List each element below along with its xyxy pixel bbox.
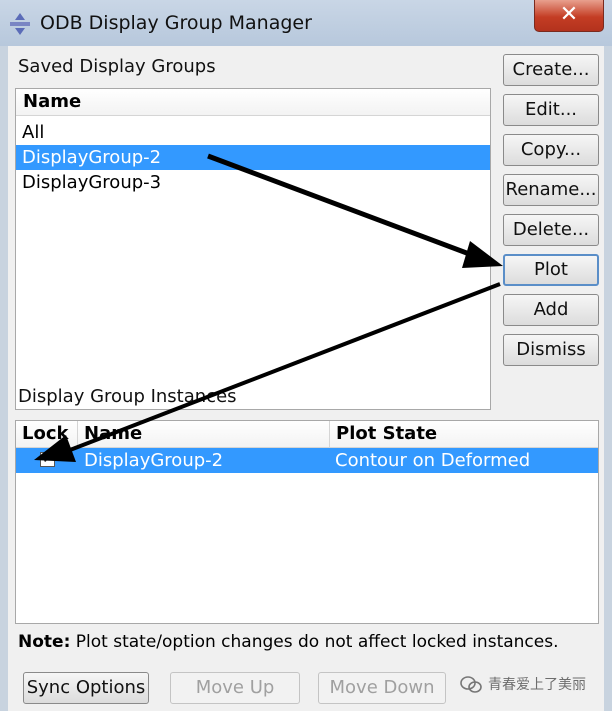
note-body: Plot state/option changes do not affect … — [75, 632, 559, 652]
saved-groups-column-header[interactable]: Name — [16, 89, 490, 116]
app-logo-icon — [10, 13, 30, 35]
sync-options-button[interactable]: Sync Options — [23, 672, 149, 704]
edit-button[interactable]: Edit... — [503, 94, 599, 126]
list-item-displaygroup-2[interactable]: DisplayGroup-2 — [16, 145, 490, 170]
wechat-icon — [460, 676, 482, 693]
name-column-header[interactable]: Name — [78, 421, 330, 447]
title-bar[interactable]: ODB Display Group Manager ✕ — [0, 0, 612, 46]
instances-table[interactable]: Lock Name Plot State ✓ DisplayGroup-2 Co… — [15, 420, 599, 624]
plot-state-column-header[interactable]: Plot State — [330, 421, 598, 447]
plot-button[interactable]: Plot — [503, 254, 599, 286]
move-down-button[interactable]: Move Down — [318, 672, 446, 704]
note-text: Note: Plot state/option changes do not a… — [18, 632, 559, 652]
move-up-button[interactable]: Move Up — [170, 672, 300, 704]
add-button[interactable]: Add — [503, 294, 599, 326]
dialog-body: Saved Display Groups Name All DisplayGro… — [8, 46, 604, 711]
instance-name-cell: DisplayGroup-2 — [84, 450, 224, 471]
watermark: 青春爱上了美丽 — [460, 668, 604, 702]
plot-state-cell: Contour on Deformed — [335, 450, 531, 471]
instances-header-row: Lock Name Plot State — [16, 421, 598, 448]
window-frame-right — [604, 46, 612, 711]
close-button[interactable]: ✕ — [534, 0, 604, 32]
note-prefix: Note: — [18, 632, 71, 652]
window-title: ODB Display Group Manager — [40, 12, 312, 34]
list-item-displaygroup-3[interactable]: DisplayGroup-3 — [16, 170, 490, 195]
watermark-text: 青春爱上了美丽 — [488, 677, 586, 693]
rename-button[interactable]: Rename... — [503, 174, 599, 206]
saved-groups-label: Saved Display Groups — [18, 56, 216, 77]
list-item-all[interactable]: All — [16, 120, 490, 145]
saved-groups-list[interactable]: Name All DisplayGroup-2 DisplayGroup-3 — [15, 88, 491, 410]
delete-button[interactable]: Delete... — [503, 214, 599, 246]
lock-column-header[interactable]: Lock — [16, 421, 78, 447]
name-column-header: Name — [23, 91, 82, 112]
lock-checkbox[interactable]: ✓ — [40, 452, 55, 467]
create-button[interactable]: Create... — [503, 54, 599, 86]
window-frame-left — [0, 46, 8, 711]
dismiss-button[interactable]: Dismiss — [503, 334, 599, 366]
instances-label: Display Group Instances — [18, 386, 237, 407]
table-row[interactable]: ✓ DisplayGroup-2 Contour on Deformed — [16, 448, 598, 473]
copy-button[interactable]: Copy... — [503, 134, 599, 166]
